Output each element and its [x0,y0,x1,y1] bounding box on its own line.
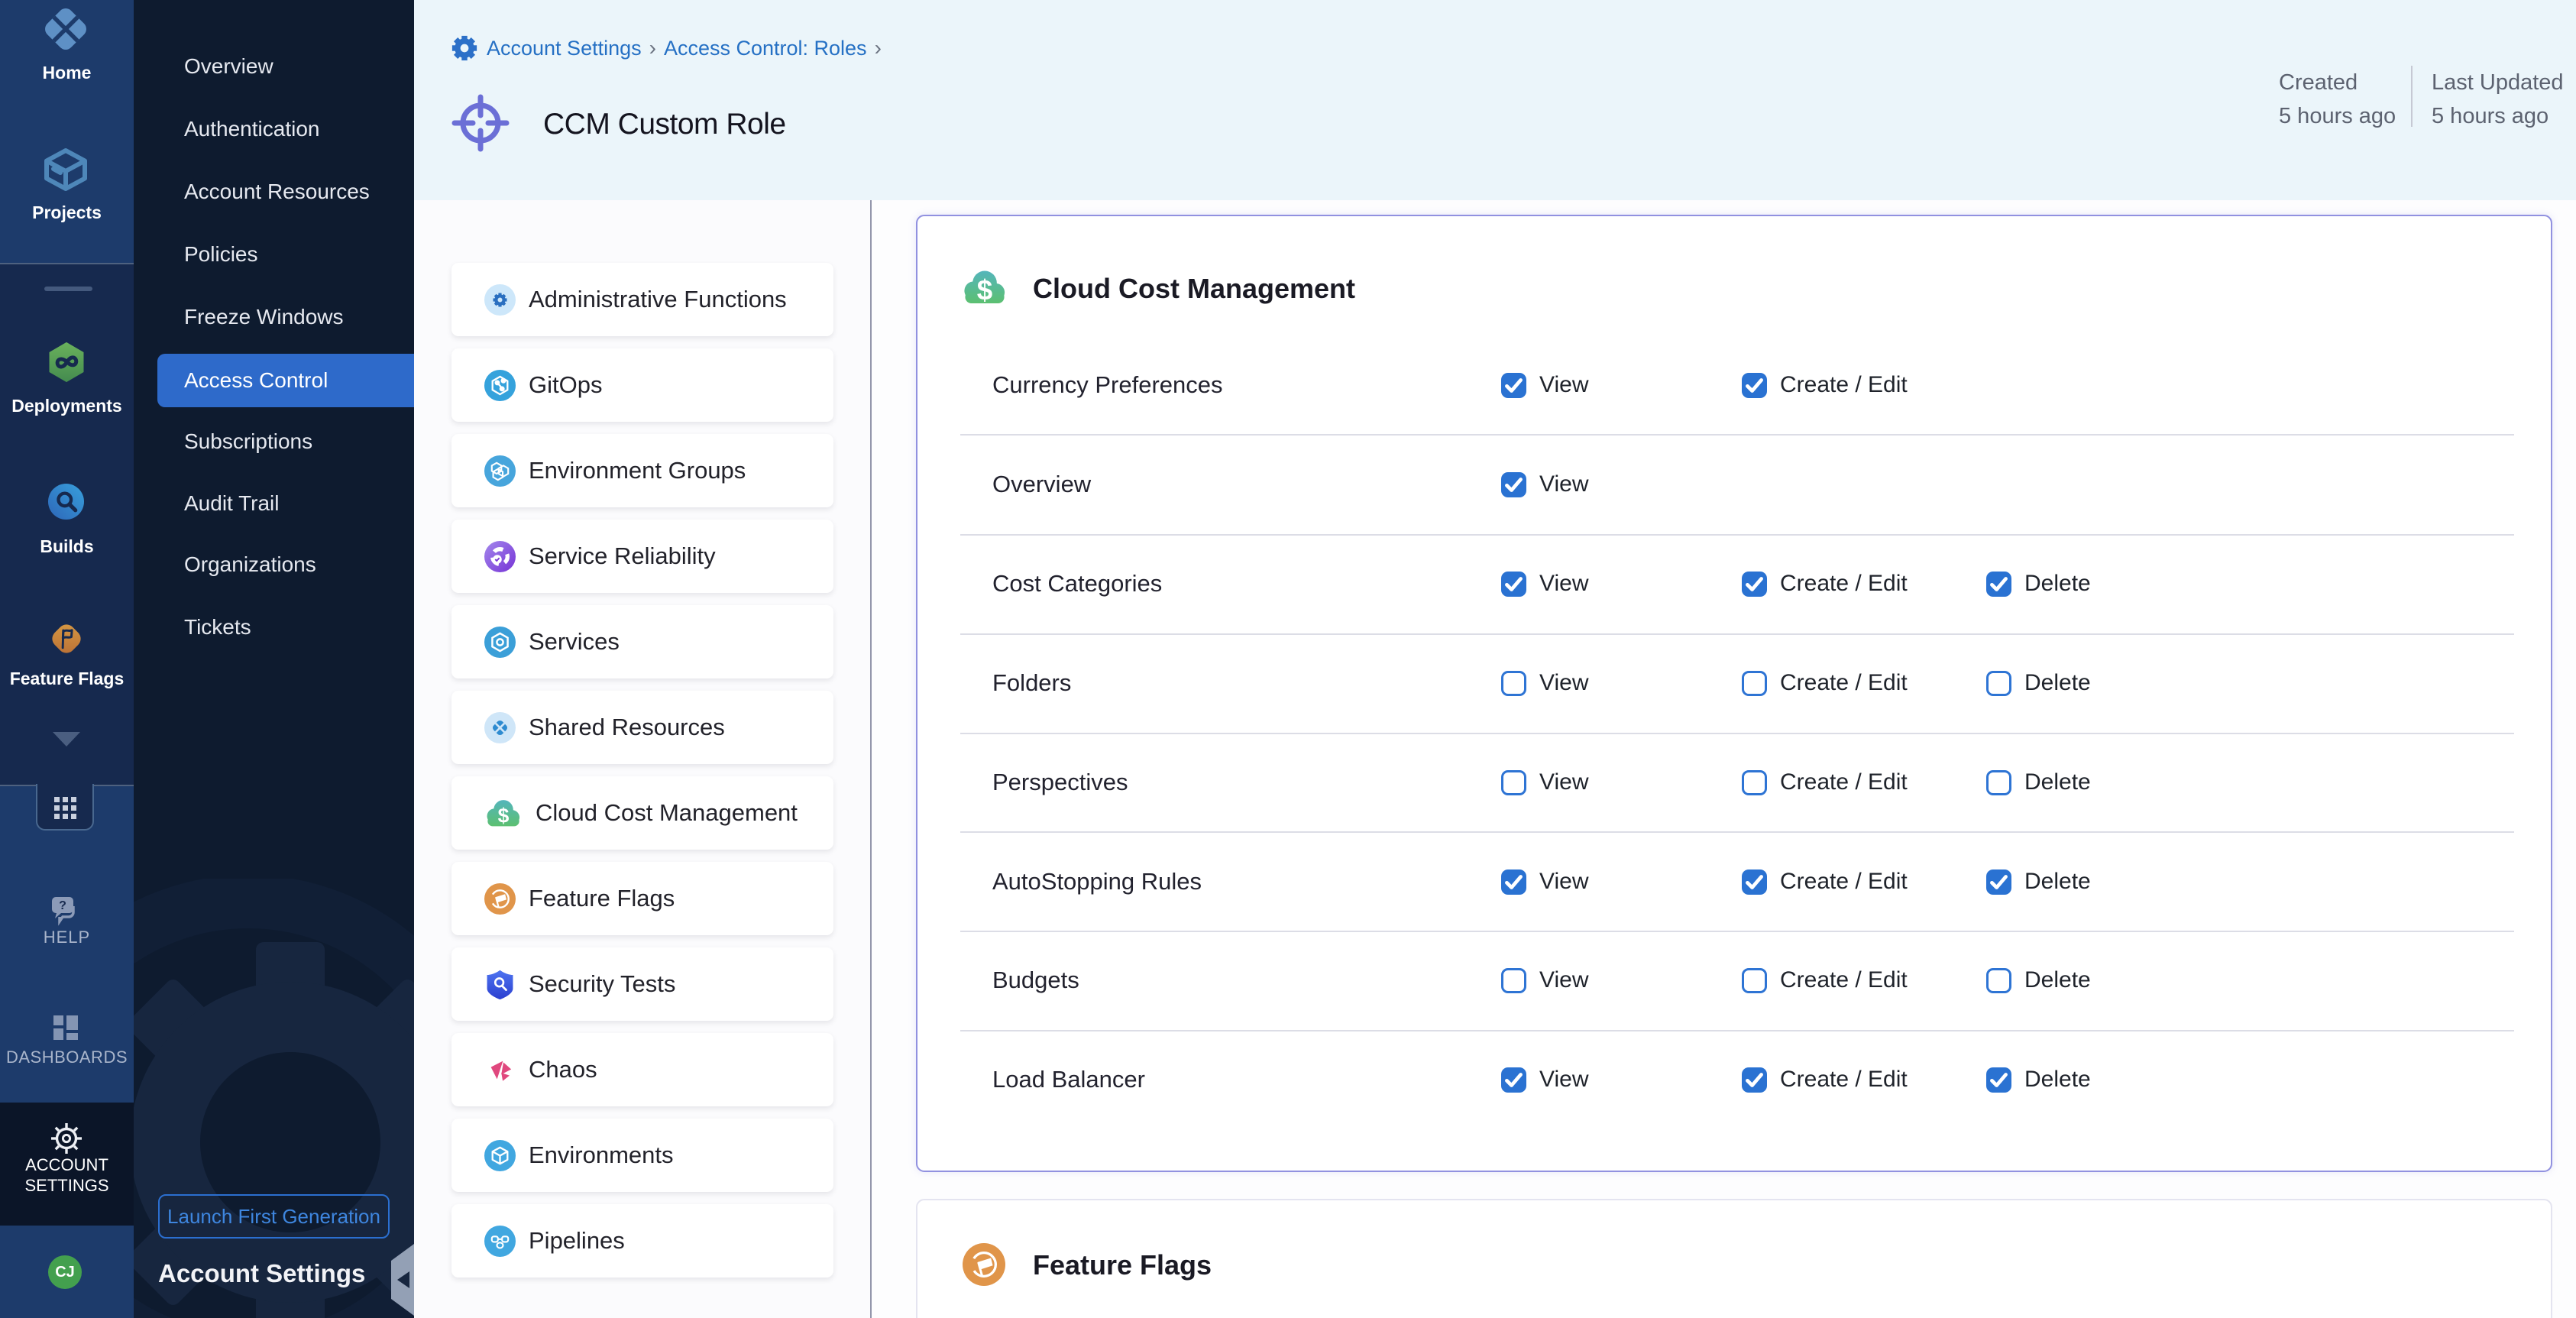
svg-text:$: $ [977,274,992,304]
svg-text:$: $ [498,804,510,827]
svg-text:?: ? [59,899,66,912]
